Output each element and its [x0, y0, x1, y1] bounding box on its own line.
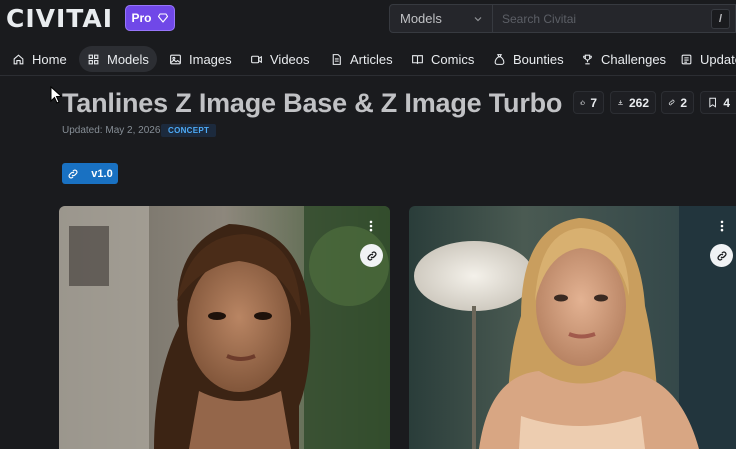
book-icon [412, 54, 423, 64]
nav-images[interactable]: Images [161, 46, 240, 72]
main-nav: Home Models Images Videos Articles Comic… [0, 43, 736, 76]
like-count-button[interactable]: 7 [573, 91, 604, 114]
civitai-logo[interactable]: CIVITAI [6, 6, 113, 32]
link-count: 2 [680, 95, 687, 110]
top-header: CIVITAI Pro Models Search Civitai / [0, 0, 736, 38]
search-scope-select[interactable]: Models [389, 4, 493, 33]
version-label: v1.0 [91, 167, 113, 180]
link-icon [366, 250, 377, 261]
card-link-button[interactable] [710, 244, 733, 267]
version-button[interactable]: v1.0 [62, 163, 118, 184]
card-menu-button[interactable] [361, 216, 381, 236]
dots-vertical-icon [369, 220, 373, 232]
photo-icon [170, 54, 181, 64]
home-icon [13, 53, 24, 64]
video-icon [251, 55, 262, 63]
search-placeholder: Search Civitai [502, 11, 577, 26]
search-scope-value: Models [400, 11, 442, 26]
nav-articles[interactable]: Articles [322, 46, 401, 72]
nav-models[interactable]: Models [79, 46, 157, 72]
chevron-down-icon [474, 17, 482, 22]
nav-bounties[interactable]: Bounties [485, 46, 572, 72]
like-count: 7 [590, 95, 597, 110]
trophy-icon [583, 54, 592, 64]
concept-badge: CONCEPT [161, 124, 217, 137]
nav-challenges[interactable]: Challenges [573, 46, 674, 72]
news-icon [681, 54, 692, 64]
nav-challenges-label: Challenges [601, 51, 667, 67]
nav-comics[interactable]: Comics [403, 46, 482, 72]
nav-bounties-label: Bounties [513, 51, 564, 67]
nav-videos[interactable]: Videos [242, 46, 318, 72]
download-count: 262 [628, 95, 649, 110]
card-link-button[interactable] [360, 244, 383, 267]
bookmark-count: 4 [723, 95, 730, 110]
pro-label: Pro [131, 11, 152, 25]
nav-home[interactable]: Home [4, 46, 75, 72]
bookmark-count-button[interactable]: 4 [700, 91, 736, 114]
thumbs-up-icon [580, 100, 585, 105]
moneybag-icon [494, 53, 505, 65]
logo-text: CIVITAI [6, 4, 114, 33]
model-title: Tanlines Z Image Base & Z Image Turbo [62, 88, 563, 118]
dots-vertical-icon [720, 220, 724, 232]
download-icon [618, 100, 623, 105]
search-shortcut-key: / [711, 9, 730, 29]
portrait-image [409, 206, 736, 449]
card-menu-button[interactable] [712, 216, 732, 236]
download-count-button[interactable]: 262 [610, 91, 656, 114]
nav-models-label: Models [107, 51, 149, 67]
link-icon [716, 250, 727, 261]
diamond-icon [157, 13, 168, 23]
pro-button[interactable]: Pro [125, 5, 175, 31]
nav-comics-label: Comics [431, 51, 475, 67]
nav-updates[interactable]: Update [672, 46, 736, 72]
nav-home-label: Home [32, 51, 67, 67]
updated-date: Updated: May 2, 2026 [62, 125, 161, 136]
nav-videos-label: Videos [270, 51, 310, 67]
grid-icon [88, 54, 99, 64]
nav-updates-label: Update [700, 51, 736, 67]
link-count-button[interactable]: 2 [661, 91, 694, 114]
mouse-cursor-icon [50, 86, 62, 104]
search-input[interactable]: Search Civitai [493, 4, 736, 33]
bookmark-icon [709, 97, 716, 108]
image-card[interactable] [409, 206, 736, 449]
link-icon [68, 169, 78, 178]
article-icon [332, 53, 341, 65]
portrait-image [59, 206, 390, 449]
nav-images-label: Images [189, 51, 232, 67]
nav-articles-label: Articles [350, 51, 393, 67]
link-icon [668, 99, 675, 106]
image-card[interactable] [59, 206, 390, 449]
